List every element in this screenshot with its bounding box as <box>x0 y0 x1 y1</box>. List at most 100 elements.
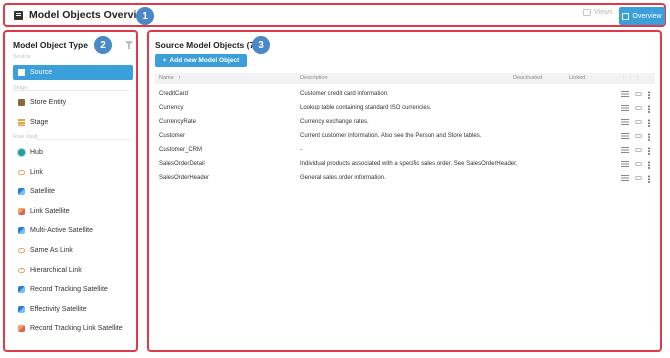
views-icon <box>583 9 591 16</box>
row-name: CreditCard <box>159 91 189 97</box>
type-item-source[interactable]: Source <box>13 65 133 80</box>
link-chain-icon[interactable] <box>635 134 642 138</box>
type-item-hierarchical-link[interactable]: Hierarchical Link <box>13 263 133 278</box>
type-item-label: Satellite <box>30 188 55 195</box>
list-icon[interactable] <box>621 175 629 181</box>
table-row[interactable]: Currency Lookup table containing standar… <box>155 102 655 116</box>
more-options-icon[interactable] <box>648 161 650 169</box>
column-header-actions: ⋮ ⋮ ⋮ <box>621 75 641 81</box>
list-icon[interactable] <box>621 133 629 139</box>
link-icon <box>18 170 25 175</box>
column-header-deactivated[interactable]: Deactivated <box>513 75 542 81</box>
type-item-hub[interactable]: Hub <box>13 145 133 160</box>
hub-icon <box>18 149 25 156</box>
row-description: - <box>300 147 302 153</box>
table-row[interactable]: CreditCard Customer credit card informat… <box>155 88 655 102</box>
more-options-icon[interactable] <box>648 119 650 127</box>
link-satellite-icon <box>18 325 25 332</box>
link-chain-icon[interactable] <box>635 106 642 110</box>
header-bar: Model Objects Overview Views Overview <box>3 3 666 27</box>
link-chain-icon[interactable] <box>635 162 642 166</box>
column-header-linked[interactable]: Linked <box>569 75 585 81</box>
add-button-label: Add new Model Object <box>169 57 240 64</box>
list-icon[interactable] <box>621 105 629 111</box>
callout-badge-2: 2 <box>94 36 112 54</box>
type-item-record-tracking-link-satellite[interactable]: Record Tracking Link Satellite <box>13 321 133 336</box>
plus-icon: + <box>162 57 167 64</box>
link-chain-icon[interactable] <box>635 148 642 152</box>
type-item-same-as-link[interactable]: Same As Link <box>13 243 133 258</box>
model-objects-icon <box>14 11 23 20</box>
panel-title: Source Model Objects (7) <box>155 40 258 50</box>
sort-ascending-icon: ↑ <box>178 75 181 81</box>
type-item-store-entity[interactable]: Store Entity <box>13 95 133 110</box>
type-item-record-tracking-satellite[interactable]: Record Tracking Satellite <box>13 282 133 297</box>
table-row[interactable]: CurrencyRate Currency exchange rates. <box>155 116 655 130</box>
source-icon <box>18 69 25 76</box>
satellite-icon <box>18 286 25 293</box>
row-name: Customer_CRM <box>159 147 203 153</box>
row-description: Current customer information. Also see t… <box>300 133 482 139</box>
link-chain-icon[interactable] <box>635 92 642 96</box>
section-label-source: Source <box>13 54 31 60</box>
store-entity-icon <box>18 99 25 106</box>
link-satellite-icon <box>18 208 25 215</box>
type-item-effectivity-satellite[interactable]: Effectivity Satellite <box>13 302 133 317</box>
divider <box>35 139 131 140</box>
type-item-link[interactable]: Link <box>13 165 133 180</box>
type-item-label: Multi-Active Satellite <box>30 227 94 234</box>
type-item-label: Hub <box>30 149 43 156</box>
satellite-icon <box>18 188 25 195</box>
add-model-object-button[interactable]: + Add new Model Object <box>155 54 247 67</box>
link-icon <box>18 248 25 253</box>
link-chain-icon[interactable] <box>635 176 642 180</box>
list-icon[interactable] <box>621 161 629 167</box>
table-row[interactable]: Customer_CRM - <box>155 144 655 158</box>
views-button[interactable]: Views <box>583 9 613 16</box>
table-row[interactable]: SalesOrderDetail Individual products ass… <box>155 158 655 172</box>
section-label-raw-vault: Raw Vault <box>13 134 38 140</box>
more-options-icon[interactable] <box>648 147 650 155</box>
table-row[interactable]: SalesOrderHeader General sales order inf… <box>155 172 655 186</box>
type-item-multi-active-satellite[interactable]: Multi-Active Satellite <box>13 223 133 238</box>
column-header-description[interactable]: Description <box>300 75 328 81</box>
row-name: SalesOrderHeader <box>159 175 210 181</box>
filter-icon[interactable] <box>125 41 133 49</box>
model-object-type-panel: Model Object Type Source Source Stage St… <box>3 30 138 352</box>
table-row[interactable]: Customer Current customer information. A… <box>155 130 655 144</box>
column-header-name[interactable]: Name ↑ <box>159 75 181 81</box>
type-item-label: Link Satellite <box>30 208 70 215</box>
overview-button[interactable]: Overview <box>619 7 665 25</box>
list-icon[interactable] <box>621 119 629 125</box>
type-item-stage[interactable]: Stage <box>13 115 133 130</box>
type-item-link-satellite[interactable]: Link Satellite <box>13 204 133 219</box>
row-description: Customer credit card information. <box>300 91 389 97</box>
type-item-label: Stage <box>30 119 49 126</box>
row-name: Customer <box>159 133 186 139</box>
type-item-label: Same As Link <box>30 247 73 254</box>
more-options-icon[interactable] <box>648 91 650 99</box>
more-options-icon[interactable] <box>648 105 650 113</box>
list-icon[interactable] <box>621 147 629 153</box>
more-options-icon[interactable] <box>648 133 650 141</box>
page-title: Model Objects Overview <box>29 9 151 21</box>
type-item-label: Link <box>30 169 43 176</box>
type-item-label: Effectivity Satellite <box>30 306 87 313</box>
more-options-icon[interactable] <box>648 175 650 183</box>
link-icon <box>18 268 25 273</box>
list-icon[interactable] <box>621 91 629 97</box>
row-name: CurrencyRate <box>159 119 197 125</box>
row-description: Individual products associated with a sp… <box>300 161 518 167</box>
type-item-label: Record Tracking Satellite <box>30 286 108 293</box>
satellite-icon <box>18 227 25 234</box>
callout-badge-1: 1 <box>136 7 154 25</box>
type-item-satellite[interactable]: Satellite <box>13 184 133 199</box>
table-header: Name ↑ Description Deactivated Linked ⋮ … <box>155 73 655 84</box>
panel-title: Model Object Type <box>13 40 88 50</box>
divider <box>13 90 131 91</box>
overview-icon <box>622 12 630 20</box>
satellite-icon <box>18 306 25 313</box>
views-label: Views <box>594 9 613 16</box>
type-item-label: Source <box>30 69 53 76</box>
link-chain-icon[interactable] <box>635 120 642 124</box>
